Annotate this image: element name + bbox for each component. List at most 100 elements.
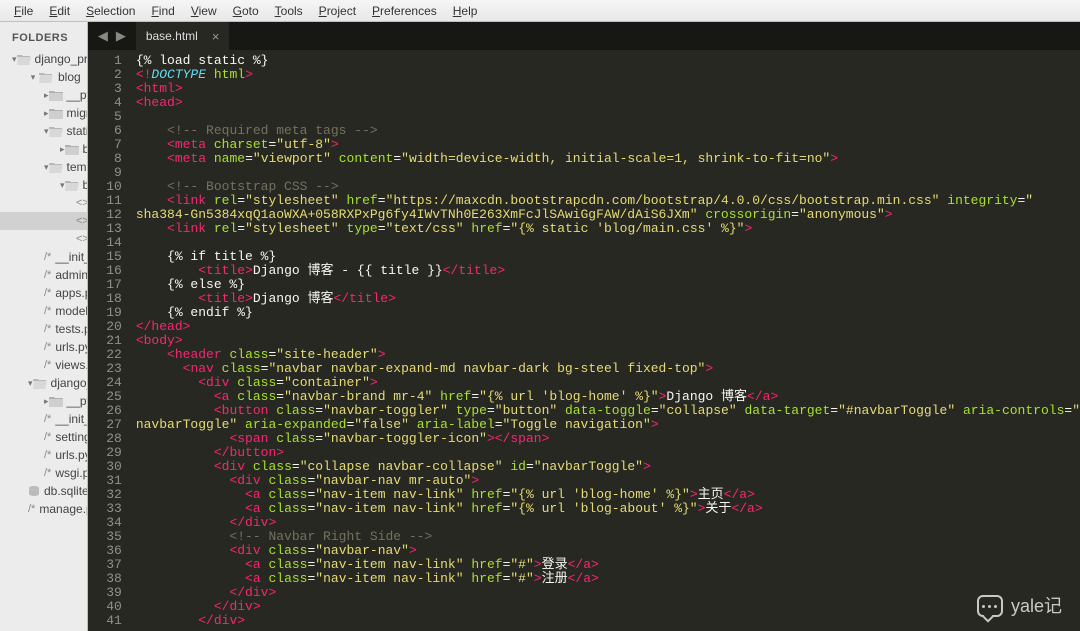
folder-icon — [49, 90, 63, 101]
chat-icon — [977, 595, 1003, 617]
html-file-icon: <> — [76, 230, 88, 248]
menu-file[interactable]: File — [6, 2, 41, 20]
folder-icon — [49, 396, 63, 407]
tree-label: static — [67, 122, 88, 140]
tree-label: apps.py — [55, 284, 87, 302]
tree-item--init-py[interactable]: /*__init__.py — [0, 410, 87, 428]
tree-item-views-py[interactable]: /*views.py — [0, 356, 87, 374]
tree-item-blog[interactable]: ▾ blog — [0, 68, 87, 86]
tree-item--pycache-[interactable]: ▸__pycache__ — [0, 392, 87, 410]
tree-label: __init__.py — [55, 410, 87, 428]
watermark: yale记 — [977, 595, 1062, 617]
tree-label: migrations — [67, 104, 88, 122]
tree-label: db.sqlite3 — [44, 482, 88, 500]
menu-bar: FileEditSelectionFindViewGotoToolsProjec… — [0, 0, 1080, 22]
tree-item--pycache-[interactable]: ▸__pycache__ — [0, 86, 87, 104]
tree-item-home-html[interactable]: <>home.html — [0, 230, 87, 248]
py-file-icon: /* — [44, 428, 51, 446]
tab-strip: ◀ ▶ base.html × — [88, 22, 1080, 50]
menu-help[interactable]: Help — [445, 2, 486, 20]
folder-icon — [38, 72, 54, 83]
tree-label: views.py — [55, 356, 87, 374]
py-file-icon: /* — [44, 410, 51, 428]
menu-selection[interactable]: Selection — [78, 2, 143, 20]
py-file-icon: /* — [44, 320, 51, 338]
html-file-icon: <> — [76, 212, 88, 230]
menu-edit[interactable]: Edit — [41, 2, 78, 20]
folder-icon — [65, 144, 79, 155]
sidebar: FOLDERS ▾django_project▾blog▸__pycache__… — [0, 22, 88, 631]
tree-label: __init__.py — [55, 248, 87, 266]
tree-item-urls-py[interactable]: /*urls.py — [0, 446, 87, 464]
tree-label: __pycache__ — [67, 86, 88, 104]
tab-title: base.html — [146, 29, 198, 43]
tree-item-templates[interactable]: ▾templates — [0, 158, 87, 176]
tree-label: models.py — [55, 302, 87, 320]
menu-preferences[interactable]: Preferences — [364, 2, 445, 20]
tree-label: tests.py — [55, 320, 87, 338]
menu-goto[interactable]: Goto — [225, 2, 267, 20]
tree-label: settings.py — [55, 428, 87, 446]
tree-item-admin-py[interactable]: /*admin.py — [0, 266, 87, 284]
close-icon[interactable]: × — [212, 29, 220, 44]
watermark-text: yale记 — [1011, 599, 1062, 613]
py-file-icon: /* — [44, 266, 51, 284]
tree-item-models-py[interactable]: /*models.py — [0, 302, 87, 320]
py-file-icon: /* — [44, 338, 51, 356]
tree-item-manage-py[interactable]: /*manage.py — [0, 500, 87, 518]
tree-item--init-py[interactable]: /*__init__.py — [0, 248, 87, 266]
tree-item-settings-py[interactable]: /*settings.py — [0, 428, 87, 446]
disclosure-down-icon[interactable]: ▾ — [28, 68, 38, 86]
tree-item-wsgi-py[interactable]: /*wsgi.py — [0, 464, 87, 482]
menu-view[interactable]: View — [183, 2, 225, 20]
tree-item-static[interactable]: ▾static — [0, 122, 87, 140]
tree-item-blog[interactable]: ▸blog — [0, 140, 87, 158]
forward-icon[interactable]: ▶ — [116, 28, 126, 44]
tree-label: templates — [67, 158, 88, 176]
tree-item-django-project[interactable]: ▾django_project — [0, 374, 87, 392]
menu-find[interactable]: Find — [143, 2, 182, 20]
editor-area: ◀ ▶ base.html × 123456789101112131415161… — [88, 22, 1080, 631]
tree-item-base-html[interactable]: <>base.html — [0, 212, 87, 230]
folder-icon — [17, 54, 31, 65]
tree-item-db-sqlite3[interactable]: db.sqlite3 — [0, 482, 87, 500]
py-file-icon: /* — [28, 500, 35, 518]
tree-item-urls-py[interactable]: /*urls.py — [0, 338, 87, 356]
back-icon[interactable]: ◀ — [98, 28, 108, 44]
html-file-icon: <> — [76, 194, 88, 212]
code-content[interactable]: {% load static %}<!DOCTYPE html><html><h… — [130, 50, 1080, 631]
folder-icon — [49, 108, 63, 119]
folder-tree: ▾django_project▾blog▸__pycache__▸migrati… — [0, 50, 87, 518]
code-editor[interactable]: 1234567891011121314151617181920212223242… — [88, 50, 1080, 631]
tree-label: admin.py — [55, 266, 87, 284]
py-file-icon: /* — [44, 302, 51, 320]
py-file-icon: /* — [44, 284, 51, 302]
tree-item-django-project[interactable]: ▾django_project — [0, 50, 87, 68]
tree-item-apps-py[interactable]: /*apps.py — [0, 284, 87, 302]
tree-label: wsgi.py — [55, 464, 87, 482]
folder-icon — [49, 162, 63, 173]
folder-icon — [49, 126, 63, 137]
tree-label: urls.py — [55, 446, 87, 464]
py-file-icon: /* — [44, 464, 51, 482]
py-file-icon: /* — [44, 356, 51, 374]
tree-item-tests-py[interactable]: /*tests.py — [0, 320, 87, 338]
tree-label: __pycache__ — [67, 392, 88, 410]
menu-project[interactable]: Project — [311, 2, 364, 20]
menu-tools[interactable]: Tools — [267, 2, 311, 20]
tree-item-blog[interactable]: ▾blog — [0, 176, 87, 194]
py-file-icon: /* — [44, 248, 51, 266]
tree-label: django_project — [35, 50, 88, 68]
tree-item-migrations[interactable]: ▸migrations — [0, 104, 87, 122]
sidebar-title: FOLDERS — [0, 28, 87, 50]
py-file-icon: /* — [44, 446, 51, 464]
tab-nav-arrows[interactable]: ◀ ▶ — [88, 28, 136, 44]
tree-label: django_project — [51, 374, 88, 392]
tree-label: manage.py — [39, 500, 87, 518]
folder-icon — [65, 180, 79, 191]
tab-base-html[interactable]: base.html × — [136, 22, 230, 50]
folder-icon — [33, 378, 47, 389]
tree-item-about-html[interactable]: <>about.html — [0, 194, 87, 212]
db-file-icon — [28, 485, 40, 497]
tree-label: blog — [58, 68, 81, 86]
